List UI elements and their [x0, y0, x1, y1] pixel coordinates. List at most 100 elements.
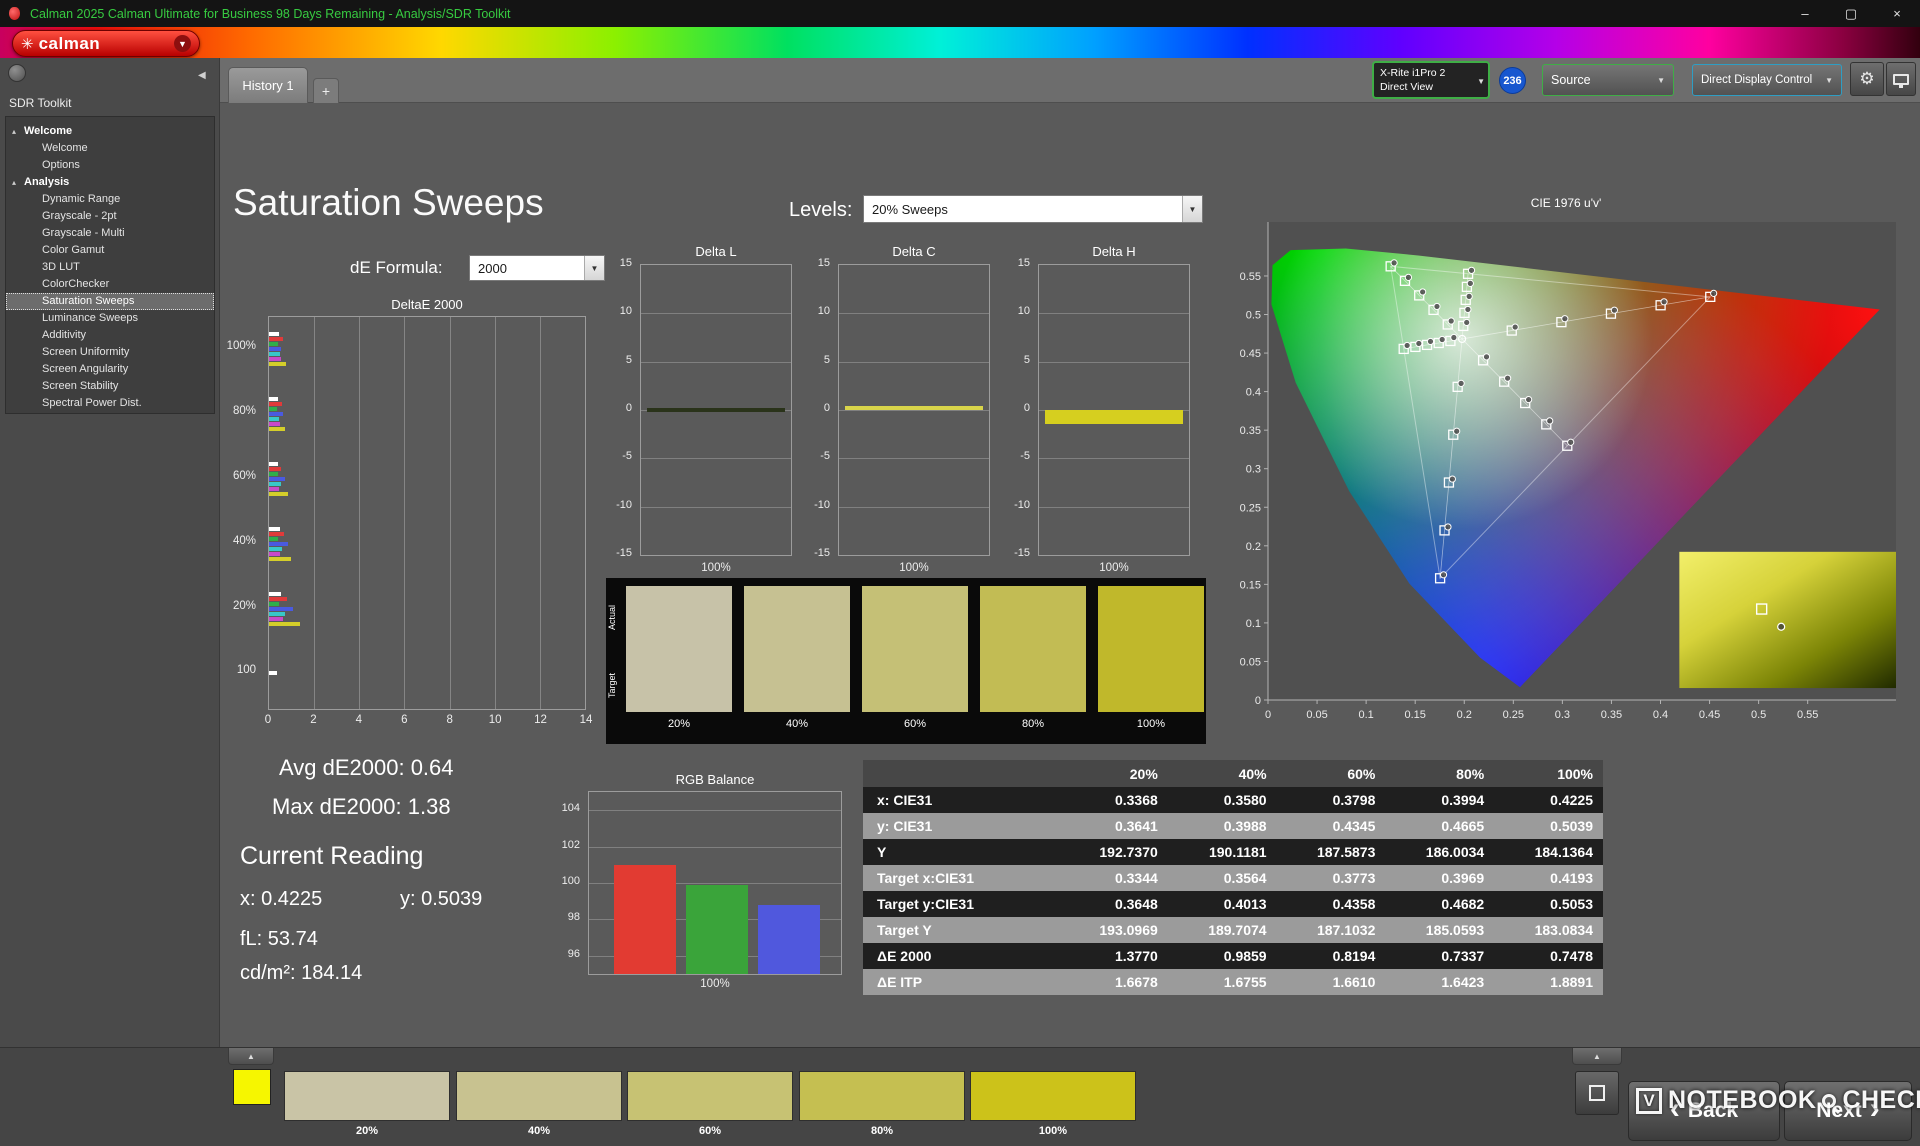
sidebar-item-color-gamut[interactable]: Color Gamut	[6, 242, 214, 259]
next-button[interactable]: Next ›	[1784, 1081, 1912, 1141]
sidebar-item-luminance-sweeps[interactable]: Luminance Sweeps	[6, 310, 214, 327]
maximize-button[interactable]: ▢	[1828, 0, 1874, 27]
sidebar-section-analysis[interactable]: ▴Analysis	[6, 174, 214, 191]
sidebar-item-colorchecker[interactable]: ColorChecker	[6, 276, 214, 293]
gridline	[359, 317, 360, 709]
display-control-dropdown[interactable]: Direct Display Control ▼	[1692, 64, 1842, 96]
logo-menu-arrow-icon[interactable]: ▼	[174, 35, 191, 52]
y-tick-label: 15	[818, 257, 830, 269]
sidebar-item-additivity[interactable]: Additivity	[6, 327, 214, 344]
swatch-label: 20%	[626, 718, 732, 730]
bottom-swatch-label: 80%	[799, 1125, 965, 1137]
sidebar-item-grayscale-2pt[interactable]: Grayscale - 2pt	[6, 208, 214, 225]
delta-h-plot	[1038, 264, 1190, 556]
sidebar-item-grayscale-multi[interactable]: Grayscale - Multi	[6, 225, 214, 242]
gridline	[641, 362, 791, 363]
settings-button[interactable]: ⚙	[1850, 62, 1884, 96]
x-tick-label: 4	[356, 714, 362, 726]
target-row-label: Target	[607, 652, 621, 718]
de-bar	[269, 477, 285, 481]
de2000-chart-title: DeltaE 2000	[268, 297, 586, 312]
y-tick-label: 0	[626, 402, 632, 414]
de-formula-dropdown[interactable]: 2000 ▼	[469, 255, 605, 281]
cie-chart-title: CIE 1976 u'v'	[1222, 196, 1910, 210]
page-title: Saturation Sweeps	[233, 182, 544, 224]
svg-text:0: 0	[1255, 695, 1261, 707]
svg-text:0.3: 0.3	[1246, 464, 1261, 476]
de-bar	[269, 402, 282, 406]
y-tick-label: 60%	[233, 470, 256, 482]
sidebar-item-saturation-sweeps[interactable]: Saturation Sweeps	[6, 293, 214, 310]
bottom-swatch-20%[interactable]	[284, 1071, 450, 1121]
controls-pull-tab[interactable]: ▲	[1572, 1048, 1622, 1065]
delta-l-chart: Delta L 151050-5-10-15 100%	[606, 244, 792, 574]
sidebar-menu-button[interactable]	[8, 64, 26, 82]
bottom-swatch-80%[interactable]	[799, 1071, 965, 1121]
de-bar	[269, 427, 285, 431]
meter-dropdown[interactable]: X-Rite i1Pro 2 Direct View ▼	[1372, 61, 1490, 99]
cie-diagram-svg: 00.050.10.150.20.250.30.350.40.450.50.55…	[1222, 212, 1910, 736]
y-tick-label: -15	[616, 547, 632, 559]
y-tick-label: 102	[562, 839, 580, 851]
delta-h-chart: Delta H 151050-5-10-15 100%	[1004, 244, 1190, 574]
meter-mode: Direct View	[1380, 80, 1474, 94]
sidebar-item-welcome[interactable]: Welcome	[6, 140, 214, 157]
square-icon	[1589, 1085, 1605, 1101]
calman-logo-button[interactable]: ✳ calman ▼	[12, 30, 200, 57]
collapse-triangle-icon: ▴	[12, 123, 16, 140]
x-tick-label: 10	[489, 714, 502, 726]
back-button[interactable]: ‹ Back	[1628, 1081, 1780, 1141]
chevron-down-icon: ▼	[1477, 77, 1485, 86]
source-dropdown[interactable]: Source ▼	[1542, 64, 1674, 96]
pattern-pull-tab[interactable]: ▲	[228, 1048, 274, 1065]
delta-l-x-label: 100%	[640, 562, 792, 574]
sidebar-item-options[interactable]: Options	[6, 157, 214, 174]
sidebar-section-welcome[interactable]: ▴Welcome	[6, 123, 214, 140]
table-row: Target Y193.0969189.7074187.1032185.0593…	[863, 917, 1603, 943]
svg-text:0.4: 0.4	[1246, 387, 1261, 399]
gridline	[641, 507, 791, 508]
de-bar	[269, 347, 281, 351]
svg-text:0.25: 0.25	[1240, 502, 1261, 514]
svg-text:0.55: 0.55	[1240, 271, 1261, 283]
table-row: Target x:CIE310.33440.35640.37730.39690.…	[863, 865, 1603, 891]
sidebar-title: SDR Toolkit	[9, 96, 71, 110]
de-bar	[269, 557, 291, 561]
table-row: x: CIE310.33680.35800.37980.39940.4225	[863, 787, 1603, 813]
bottom-swatch-60%[interactable]	[627, 1071, 793, 1121]
table-header-row: 20%40%60%80%100%	[863, 760, 1603, 787]
svg-text:0.05: 0.05	[1306, 709, 1327, 721]
de-bar	[269, 552, 280, 556]
delta-bar	[647, 408, 785, 412]
svg-text:0.55: 0.55	[1797, 709, 1818, 721]
de-bar	[269, 547, 282, 551]
svg-text:0.5: 0.5	[1751, 709, 1766, 721]
sidebar-collapse-icon[interactable]: ◀	[198, 70, 206, 81]
tab-history-1[interactable]: History 1	[228, 67, 308, 103]
rgb-balance-title: RGB Balance	[588, 772, 842, 787]
bottom-swatch-100%[interactable]	[970, 1071, 1136, 1121]
add-tab-button[interactable]: +	[313, 78, 339, 103]
table-row: ΔE 20001.37700.98590.81940.73370.7478	[863, 943, 1603, 969]
de-bar	[269, 462, 278, 466]
bottom-swatch-label: 20%	[284, 1125, 450, 1137]
bottom-swatch-label: 100%	[970, 1125, 1136, 1137]
levels-dropdown[interactable]: 20% Sweeps ▼	[863, 195, 1203, 223]
gridline	[839, 410, 989, 411]
sidebar-item-dynamic-range[interactable]: Dynamic Range	[6, 191, 214, 208]
bottom-swatch-40%[interactable]	[456, 1071, 622, 1121]
measurement-table: 20%40%60%80%100%x: CIE310.33680.35800.37…	[863, 760, 1603, 995]
sidebar-item-screen-angularity[interactable]: Screen Angularity	[6, 361, 214, 378]
minimize-button[interactable]: –	[1782, 0, 1828, 27]
preview-swatch[interactable]	[233, 1069, 271, 1105]
svg-text:0.1: 0.1	[1358, 709, 1373, 721]
chevron-down-icon: ▼	[584, 256, 604, 280]
display-button[interactable]	[1886, 62, 1916, 96]
close-button[interactable]: ×	[1874, 0, 1920, 27]
levels-value: 20% Sweeps	[864, 202, 1182, 217]
sidebar-item-spectral-power-dist-[interactable]: Spectral Power Dist.	[6, 395, 214, 412]
sidebar-item-screen-stability[interactable]: Screen Stability	[6, 378, 214, 395]
sidebar-item-screen-uniformity[interactable]: Screen Uniformity	[6, 344, 214, 361]
sidebar-item-3d-lut[interactable]: 3D LUT	[6, 259, 214, 276]
pattern-window-button[interactable]	[1575, 1071, 1619, 1115]
